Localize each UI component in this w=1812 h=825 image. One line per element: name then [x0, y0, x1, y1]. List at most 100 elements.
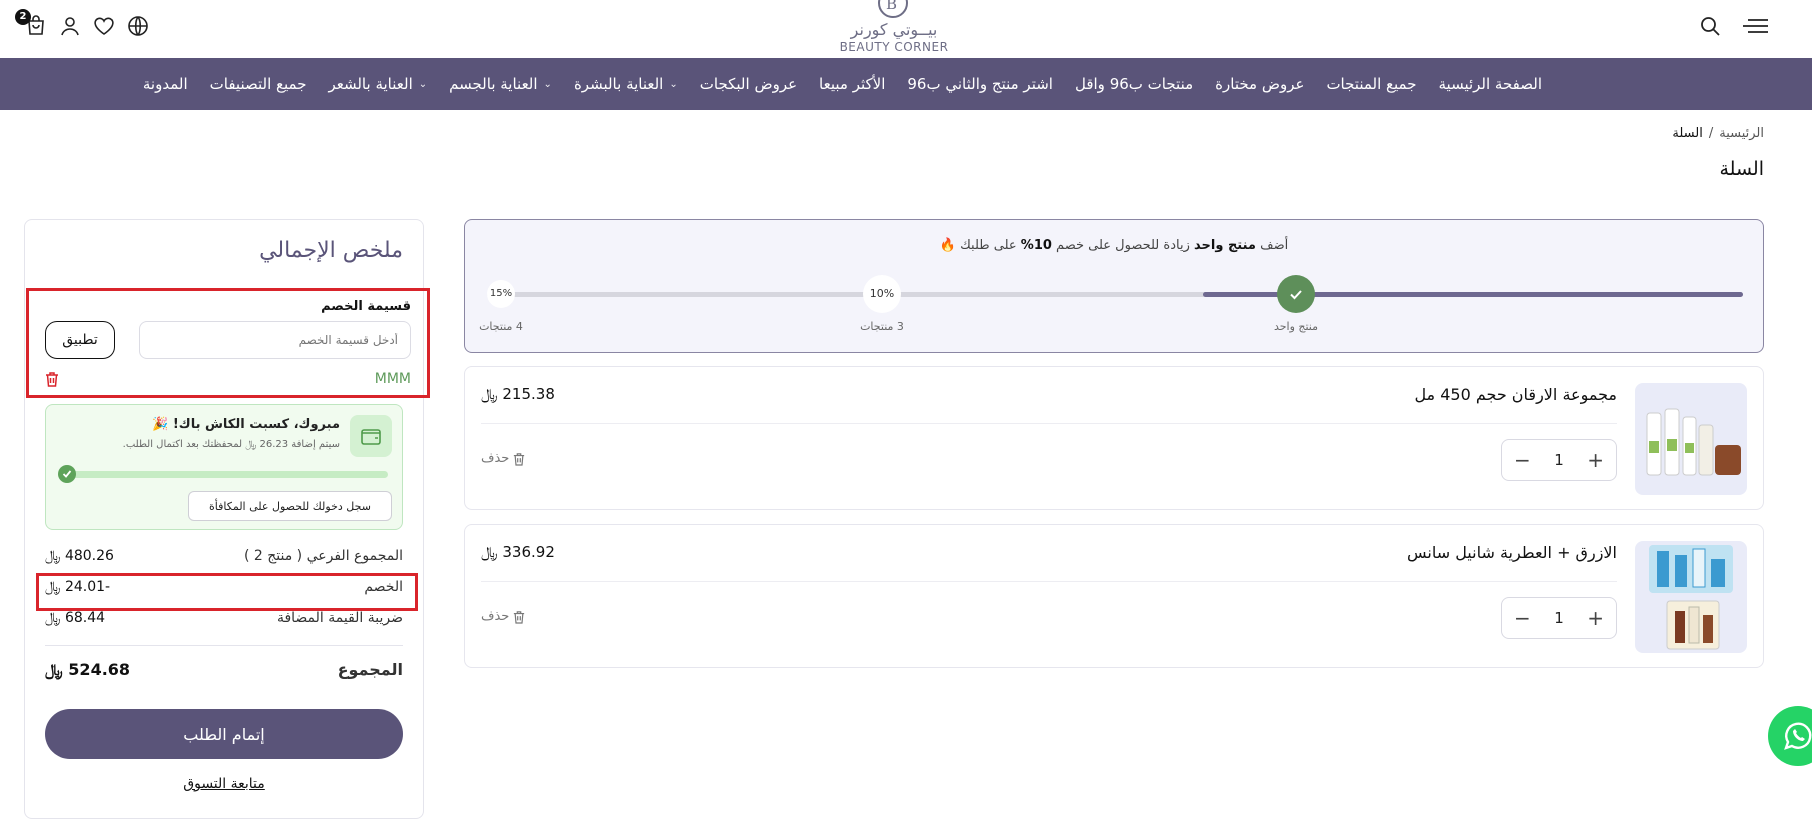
cart-count-badge: 2: [15, 9, 31, 25]
check-icon: [58, 465, 76, 483]
discount-label: الخصم: [364, 579, 403, 595]
quantity-stepper: +1 −: [1501, 597, 1617, 639]
brand-logo[interactable]: B بيــوتي كورنر BEAUTY CORNER: [838, 0, 950, 58]
milestone-marker: [1277, 275, 1315, 313]
logo-mark: B: [878, 0, 908, 18]
product-name[interactable]: الازرق + العطرية شانيل سانس: [1407, 543, 1617, 562]
discount-row: الخصم -24.01 ﷼: [45, 577, 403, 601]
nav-item-label: اشتر منتج والثاني ب96: [907, 75, 1053, 93]
nav-item-label: منتجات ب96 واقل: [1074, 75, 1194, 93]
login-for-reward-button[interactable]: سجل دخولك للحصول على المكافأة: [188, 491, 392, 521]
milestone-label: 3 منتجات: [860, 320, 904, 333]
nav-item[interactable]: جميع التصنيفات: [210, 75, 307, 93]
heart-icon[interactable]: [92, 14, 116, 38]
coupon-section: قسيمة الخصم تطبيق MMM: [26, 288, 430, 398]
cashback-banner: مبروك، كسبت الكاش باك! 🎉 سيتم إضافة 26.2…: [45, 404, 403, 530]
total-label: المجموع: [337, 660, 403, 679]
progress-track: [487, 292, 1743, 297]
nav-item-label: الأكثر مبيعا: [819, 75, 886, 93]
cart-icon[interactable]: 2: [15, 9, 48, 38]
nav-item-label: العناية بالجسم: [449, 75, 538, 93]
breadcrumb-current: السلة: [1672, 126, 1703, 141]
milestone-marker: 15%: [487, 280, 515, 308]
wallet-icon: [350, 415, 392, 457]
chevron-down-icon: ⌄: [418, 78, 428, 90]
top-header: 2 B بيــوتي كورنر BEAUTY CORNER: [0, 0, 1812, 58]
nav-item[interactable]: المدونة: [143, 75, 188, 93]
logo-english-text: BEAUTY CORNER: [839, 40, 949, 54]
nav-items: الصفحة الرئيسية جميع المنتجات عروض مختارة م…: [143, 58, 1542, 110]
discount-value: -24.01 ﷼: [45, 579, 111, 595]
chevron-down-icon: ⌄: [543, 78, 552, 90]
nav-item-label: المدونة: [142, 75, 188, 93]
cashback-subtitle: سيتم إضافة 26.23 ﷼ لمحفظتك بعد اكتمال ال…: [122, 439, 340, 450]
nav-item-label: العناية بالشعر: [328, 75, 413, 93]
cart-item: الازرق + العطرية شانيل سانس 336.92 ﷼ +1 − حذ…: [464, 524, 1764, 668]
decrease-quantity-button[interactable]: −: [1514, 448, 1531, 472]
main-navigation: الصفحة الرئيسية جميع المنتجات عروض مختارة م…: [0, 58, 1812, 110]
nav-item[interactable]: اشتر منتج والثاني ب96: [907, 75, 1053, 93]
user-icon[interactable]: [58, 14, 82, 38]
fire-icon: 🔥: [939, 238, 956, 253]
trash-icon: [514, 610, 525, 624]
nav-item-label: العناية بالبشرة: [573, 75, 664, 93]
nav-item-label: جميع التصنيفات: [209, 75, 307, 93]
product-image[interactable]: [1635, 383, 1747, 495]
product-price: 336.92 ﷼: [481, 543, 555, 561]
milestone-value: 15%: [489, 288, 513, 299]
milestone-label: 4 منتجات: [479, 320, 523, 333]
chevron-down-icon: ⌄: [669, 78, 678, 90]
nav-item[interactable]: الأكثر مبيعا: [819, 75, 885, 93]
nav-item[interactable]: الصفحة الرئيسية: [1439, 75, 1543, 93]
search-icon[interactable]: [1698, 14, 1722, 38]
whatsapp-icon[interactable]: [1768, 706, 1812, 766]
nav-item-label: الصفحة الرئيسية: [1438, 75, 1543, 93]
remove-coupon-icon[interactable]: [45, 371, 59, 387]
summary-title: ملخص الإجمالي: [259, 238, 403, 263]
breadcrumb-separator: /: [1708, 126, 1714, 141]
trash-icon: [514, 452, 525, 466]
milestone-value: 10%: [869, 287, 895, 300]
apply-coupon-button[interactable]: تطبيق: [45, 321, 115, 359]
discount-progress-card: أضف منتج واحد زيادة للحصول على خصم 10% ع…: [464, 219, 1764, 353]
quantity-value: 1: [1554, 451, 1564, 469]
subtotal-label: المجموع الفرعي ( منتج 2 ): [243, 548, 403, 564]
nav-item[interactable]: عروض مختارة: [1215, 75, 1304, 93]
delete-item-button[interactable]: حذف: [481, 609, 525, 624]
cashback-progress: [60, 471, 388, 478]
coupon-label: قسيمة الخصم: [321, 299, 411, 314]
nav-item[interactable]: العناية بالبشرة ⌄: [574, 75, 678, 93]
quantity-value: 1: [1554, 609, 1564, 627]
continue-shopping-link[interactable]: متابعة التسوق: [45, 776, 403, 792]
milestone-marker: 10%: [863, 275, 901, 313]
applied-coupon-code: MMM: [374, 371, 411, 387]
delete-label: حذف: [481, 609, 510, 624]
decrease-quantity-button[interactable]: −: [1514, 606, 1531, 630]
promo-message: أضف منتج واحد زيادة للحصول على خصم 10% ع…: [939, 238, 1289, 253]
nav-item[interactable]: جميع المنتجات: [1326, 75, 1416, 93]
globe-icon[interactable]: [126, 14, 150, 38]
delete-label: حذف: [481, 451, 510, 466]
nav-item[interactable]: العناية بالشعر ⌄: [328, 75, 427, 93]
quantity-stepper: +1 −: [1501, 439, 1617, 481]
nav-item[interactable]: العناية بالجسم ⌄: [449, 75, 552, 93]
subtotal-row: المجموع الفرعي ( منتج 2 ) 480.26 ﷼: [45, 546, 403, 570]
increase-quantity-button[interactable]: +: [1587, 606, 1604, 630]
vat-value: 68.44 ﷼: [45, 610, 106, 626]
product-price: 215.38 ﷼: [481, 385, 555, 403]
menu-icon[interactable]: [1740, 14, 1770, 38]
product-image[interactable]: [1635, 541, 1747, 653]
summary-divider: [45, 645, 403, 646]
product-name[interactable]: مجموعة الارقان حجم 450 مل: [1414, 385, 1617, 404]
increase-quantity-button[interactable]: +: [1587, 448, 1604, 472]
nav-item-label: عروض البكجات: [699, 75, 798, 93]
nav-item[interactable]: منتجات ب96 واقل: [1075, 75, 1193, 93]
delete-item-button[interactable]: حذف: [481, 451, 525, 466]
total-row: المجموع 524.68 ﷼: [45, 658, 403, 682]
nav-item[interactable]: عروض البكجات: [700, 75, 797, 93]
product-divider: [481, 423, 1617, 424]
breadcrumb-home[interactable]: الرئيسية: [1719, 126, 1764, 141]
order-summary: ملخص الإجمالي قسيمة الخصم تطبيق MMM مبرو…: [24, 219, 430, 819]
coupon-input[interactable]: [139, 321, 411, 359]
checkout-button[interactable]: إتمام الطلب: [45, 709, 403, 759]
